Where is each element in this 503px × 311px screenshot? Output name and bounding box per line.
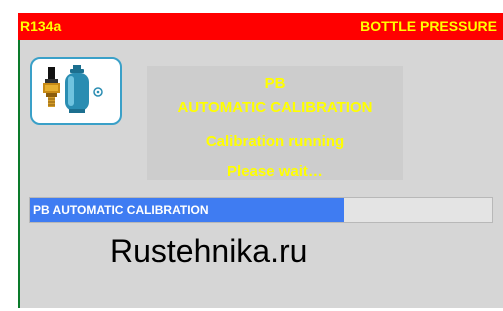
watermark-text: Rustehnika.ru: [110, 233, 308, 269]
message-line-status: Calibration running: [205, 133, 345, 150]
calibration-progress-bar: PB AUTOMATIC CALIBRATION: [29, 197, 493, 223]
screen-title: BOTTLE PRESSURE: [360, 18, 497, 34]
gas-bottle-icon: [65, 65, 89, 113]
message-line-sensor: PB: [264, 75, 286, 92]
refrigerant-label: R134a: [20, 18, 62, 34]
status-message-box: PB AUTOMATIC CALIBRATION Calibration run…: [147, 66, 403, 180]
gauge-icon: [93, 87, 103, 97]
calibration-screen: R134a BOTTLE PRESSURE PB AUTOMATIC CALIB…: [0, 0, 503, 311]
message-line-wait: Please wait…: [227, 163, 323, 180]
title-bar: R134a BOTTLE PRESSURE: [18, 13, 503, 40]
bottle-pressure-icon-box: [30, 57, 122, 125]
message-line-title: AUTOMATIC CALIBRATION: [177, 99, 373, 116]
pressure-sensor-icon: [43, 67, 60, 107]
progress-label: PB AUTOMATIC CALIBRATION: [33, 203, 209, 217]
